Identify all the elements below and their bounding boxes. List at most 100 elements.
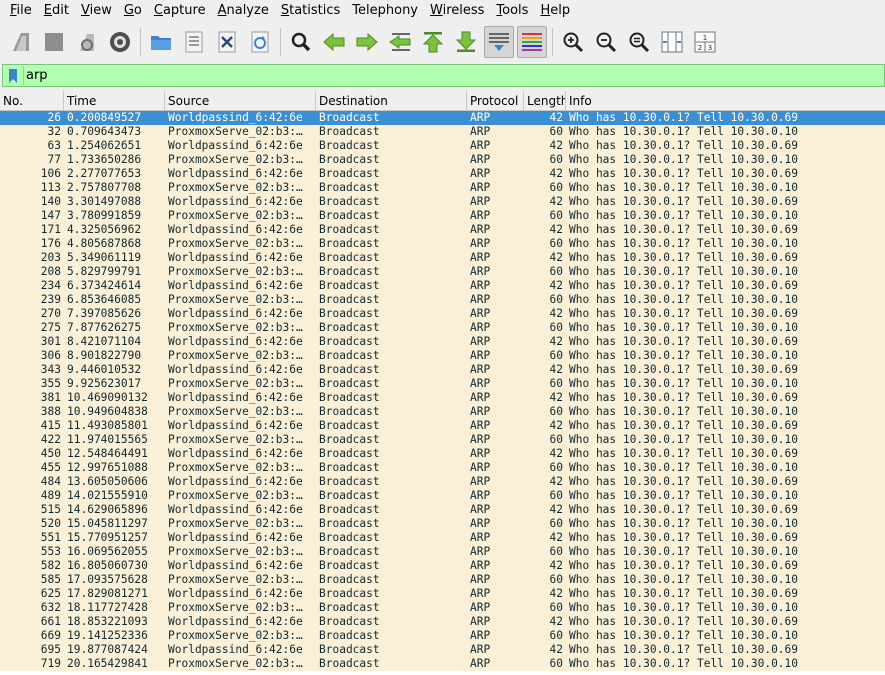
table-row[interactable]: 140 3.301497088 Worldpassind_6:42:6e Broadc…: [0, 195, 885, 209]
table-row[interactable]: 551 15.770951257 Worldpassind_6:42:6e Broad…: [0, 531, 885, 545]
colorize-button[interactable]: [517, 26, 547, 58]
cell-no: 176: [40, 237, 61, 250]
table-row[interactable]: 208 5.829799791 ProxmoxServe_02:b3:… Broadc…: [0, 265, 885, 279]
column-header-destination[interactable]: Destination: [316, 91, 467, 110]
packet-list[interactable]: No. Time Source Destination Protocol Len…: [0, 91, 885, 675]
table-row[interactable]: 113 2.757807708 ProxmoxServe_02:b3:… Broadc…: [0, 181, 885, 195]
table-row[interactable]: 695 19.877087424 Worldpassind_6:42:6e Broad…: [0, 643, 885, 657]
cell-length: 42: [549, 503, 563, 516]
table-row[interactable]: 234 6.373424614 Worldpassind_6:42:6e Broadc…: [0, 279, 885, 293]
go-to-packet-button[interactable]: [385, 26, 415, 58]
table-row[interactable]: 515 14.629065896 Worldpassind_6:42:6e Broad…: [0, 503, 885, 517]
go-last-packet-button[interactable]: [451, 26, 481, 58]
table-row[interactable]: 26 0.200849527 Worldpassind_6:42:6e Broadca…: [0, 111, 885, 125]
find-packet-button[interactable]: [286, 26, 316, 58]
go-back-button[interactable]: [319, 26, 349, 58]
save-file-button[interactable]: [179, 26, 209, 58]
cell-source: ProxmoxServe_02:b3:…: [168, 153, 303, 166]
zoom-in-button[interactable]: [558, 26, 588, 58]
column-header-time[interactable]: Time: [64, 91, 165, 110]
table-row[interactable]: 63 1.254062651 Worldpassind_6:42:6e Broadca…: [0, 139, 885, 153]
display-filter-input[interactable]: [23, 66, 863, 85]
table-row[interactable]: 582 16.805060730 Worldpassind_6:42:6e Broad…: [0, 559, 885, 573]
cell-source: Worldpassind_6:42:6e: [168, 223, 303, 236]
expand-subtrees-button[interactable]: 123: [690, 26, 720, 58]
table-row[interactable]: 415 11.493085801 Worldpassind_6:42:6e Broad…: [0, 419, 885, 433]
cell-protocol: ARP: [470, 629, 491, 642]
capture-options-button[interactable]: [105, 26, 135, 58]
table-row[interactable]: 106 2.277077653 Worldpassind_6:42:6e Broadc…: [0, 167, 885, 181]
stop-capture-button[interactable]: [39, 26, 69, 58]
reload-file-button[interactable]: [245, 26, 275, 58]
table-row[interactable]: 77 1.733650286 ProxmoxServe_02:b3:… Broadca…: [0, 153, 885, 167]
table-row[interactable]: 661 18.853221093 Worldpassind_6:42:6e Broad…: [0, 615, 885, 629]
menu-capture[interactable]: Capture: [148, 0, 212, 22]
table-row[interactable]: 632 18.117727428 ProxmoxServe_02:b3:… Broad…: [0, 601, 885, 615]
zoom-out-button[interactable]: [591, 26, 621, 58]
start-capture-button[interactable]: [6, 26, 36, 58]
cell-no: 415: [40, 419, 61, 432]
table-row[interactable]: 176 4.805687868 ProxmoxServe_02:b3:… Broadc…: [0, 237, 885, 251]
column-header-protocol[interactable]: Protocol: [467, 91, 524, 110]
column-header-info[interactable]: Info: [566, 91, 885, 110]
table-row[interactable]: 625 17.829081271 Worldpassind_6:42:6e Broad…: [0, 587, 885, 601]
table-row[interactable]: 520 15.045811297 ProxmoxServe_02:b3:… Broad…: [0, 517, 885, 531]
go-first-packet-button[interactable]: [418, 26, 448, 58]
filter-bookmark-button[interactable]: [3, 65, 23, 86]
expand-subtrees-icon: 12 3: [694, 31, 716, 53]
menu-bar: File Edit View Go Capture Analyze Statistics Te…: [0, 0, 885, 22]
table-row[interactable]: 450 12.548464491 Worldpassind_6:42:6e Broad…: [0, 447, 885, 461]
table-row[interactable]: 553 16.069562055 ProxmoxServe_02:b3:… Broad…: [0, 545, 885, 559]
table-row[interactable]: 489 14.021555910 ProxmoxServe_02:b3:… Broad…: [0, 489, 885, 503]
menu-tools[interactable]: Tools: [490, 0, 534, 22]
menu-statistics[interactable]: Statistics: [275, 0, 346, 22]
table-row[interactable]: 147 3.780991859 ProxmoxServe_02:b3:… Broadc…: [0, 209, 885, 223]
go-forward-button[interactable]: [352, 26, 382, 58]
menu-wireless[interactable]: Wireless: [424, 0, 490, 22]
table-row[interactable]: 422 11.974015565 ProxmoxServe_02:b3:… Broad…: [0, 433, 885, 447]
cell-info: Who has 10.30.0.1? Tell 10.30.0.69: [569, 391, 799, 404]
open-file-button[interactable]: [146, 26, 176, 58]
table-row[interactable]: 719 20.165429841 ProxmoxServe_02:b3:… Broad…: [0, 657, 885, 671]
menu-analyze[interactable]: Analyze: [212, 0, 275, 22]
cell-destination: Broadcast: [319, 573, 380, 586]
cell-no: 455: [40, 461, 61, 474]
table-row[interactable]: 355 9.925623017 ProxmoxServe_02:b3:… Broadc…: [0, 377, 885, 391]
column-header-source[interactable]: Source: [165, 91, 316, 110]
table-row[interactable]: 270 7.397085626 Worldpassind_6:42:6e Broadc…: [0, 307, 885, 321]
menu-file[interactable]: File: [4, 0, 38, 22]
resize-columns-button[interactable]: [657, 26, 687, 58]
cell-protocol: ARP: [470, 475, 491, 488]
menu-help[interactable]: Help: [534, 0, 576, 22]
cell-info: Who has 10.30.0.1? Tell 10.30.0.69: [569, 279, 799, 292]
normal-size-button[interactable]: [624, 26, 654, 58]
table-row[interactable]: 239 6.853646085 ProxmoxServe_02:b3:… Broadc…: [0, 293, 885, 307]
table-row[interactable]: 32 0.709643473 ProxmoxServe_02:b3:… Broadca…: [0, 125, 885, 139]
table-row[interactable]: 306 8.901822790 ProxmoxServe_02:b3:… Broadc…: [0, 349, 885, 363]
menu-view[interactable]: View: [75, 0, 118, 22]
table-row[interactable]: 388 10.949604838 ProxmoxServe_02:b3:… Broad…: [0, 405, 885, 419]
open-file-icon: [151, 36, 171, 50]
cell-time: 0.709643473: [67, 125, 142, 138]
cell-protocol: ARP: [470, 433, 491, 446]
table-row[interactable]: 455 12.997651088 ProxmoxServe_02:b3:… Broad…: [0, 461, 885, 475]
table-row[interactable]: 301 8.421071104 Worldpassind_6:42:6e Broadc…: [0, 335, 885, 349]
menu-edit[interactable]: Edit: [38, 0, 75, 22]
restart-capture-button[interactable]: [72, 26, 102, 58]
menu-go[interactable]: Go: [118, 0, 148, 22]
menu-telephony[interactable]: Telephony: [346, 0, 424, 22]
column-header-length[interactable]: Length: [524, 91, 566, 110]
table-row[interactable]: 669 19.141252336 ProxmoxServe_02:b3:… Broad…: [0, 629, 885, 643]
table-row[interactable]: 585 17.093575628 ProxmoxServe_02:b3:… Broad…: [0, 573, 885, 587]
table-row[interactable]: 203 5.349061119 Worldpassind_6:42:6e Broadc…: [0, 251, 885, 265]
table-row[interactable]: 343 9.446010532 Worldpassind_6:42:6e Broadc…: [0, 363, 885, 377]
table-row[interactable]: 171 4.325056962 Worldpassind_6:42:6e Broadc…: [0, 223, 885, 237]
column-header-no[interactable]: No.: [0, 91, 64, 110]
cell-info: Who has 10.30.0.1? Tell 10.30.0.10: [569, 377, 799, 390]
table-row[interactable]: 484 13.605050606 Worldpassind_6:42:6e Broad…: [0, 475, 885, 489]
close-file-button[interactable]: [212, 26, 242, 58]
cell-destination: Broadcast: [319, 447, 380, 460]
table-row[interactable]: 275 7.877626275 ProxmoxServe_02:b3:… Broadc…: [0, 321, 885, 335]
auto-scroll-button[interactable]: [484, 26, 514, 58]
table-row[interactable]: 381 10.469090132 Worldpassind_6:42:6e Broad…: [0, 391, 885, 405]
